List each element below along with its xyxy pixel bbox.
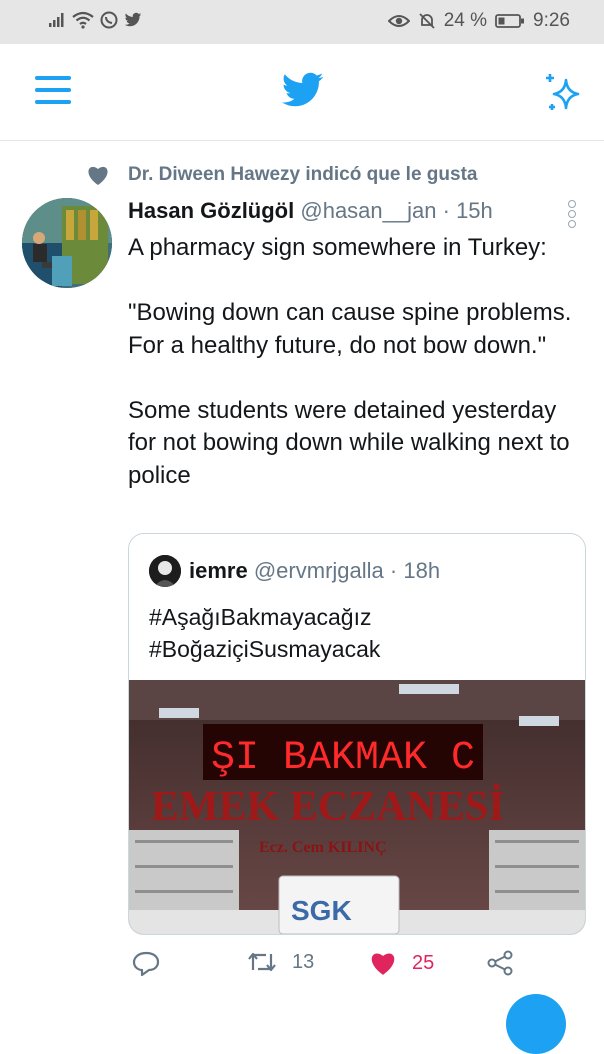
- battery-percent: 24 %: [443, 10, 488, 31]
- tweet-actions: 13 25: [128, 950, 588, 990]
- separator-dot: ·: [442, 198, 450, 223]
- whatsapp-icon: [100, 11, 118, 29]
- mute-icon: [419, 13, 435, 29]
- compose-fab[interactable]: [506, 994, 566, 1054]
- quote-time: 18h: [403, 558, 441, 583]
- status-bar: 24 % 9:26: [0, 0, 604, 44]
- retweet-button[interactable]: 13: [246, 950, 314, 974]
- app-bar: [0, 44, 604, 141]
- pharmacy-photo: ŞI BAKMAK C EMEK ECZANESİ Ecz. Cem KILIN…: [129, 680, 585, 934]
- led-sign-text: ŞI BAKMAK C: [211, 736, 475, 781]
- author-avatar[interactable]: [22, 198, 112, 288]
- social-context-text: Dr. Diween Hawezy indicó que le gusta: [128, 164, 478, 185]
- social-context: Dr. Diween Hawezy indicó que le gusta: [86, 160, 477, 190]
- quoted-tweet[interactable]: iemre @ervmrjgalla · 18h #AşağıBakmayaca…: [128, 533, 586, 935]
- tweet-text-line: A pharmacy sign somewhere in Turkey:: [128, 234, 547, 261]
- heart-icon: [88, 166, 108, 185]
- clock: 9:26: [533, 10, 570, 31]
- pharmacist-name-text: Ecz. Cem KILINÇ: [259, 839, 387, 856]
- quote-author-handle: @ervmrjgalla: [253, 558, 384, 583]
- battery-icon: [495, 14, 525, 28]
- more-options-icon[interactable]: [566, 200, 578, 228]
- like-button[interactable]: 25: [368, 950, 434, 976]
- tweet-text: A pharmacy sign somewhere in Turkey: "Bo…: [128, 232, 588, 492]
- tweet-header: Hasan Gözlügöl @hasan__jan · 15h: [128, 198, 493, 224]
- retweet-icon: [248, 952, 276, 972]
- heart-icon: [371, 953, 395, 975]
- reply-icon: [132, 951, 160, 976]
- quote-author-avatar: [149, 555, 181, 587]
- wifi-icon: [72, 11, 94, 29]
- tweet-text-line: Some students were detained yesterday fo…: [128, 396, 570, 489]
- quote-author-name: iemre: [189, 558, 248, 583]
- pharmacy-sign-text: EMEK ECZANESİ: [151, 783, 505, 830]
- reply-button[interactable]: [132, 950, 160, 976]
- hamburger-icon[interactable]: [35, 76, 71, 106]
- tweet-text-line: "Bowing down can cause spine problems. F…: [128, 299, 572, 359]
- signal-icon: [49, 13, 64, 27]
- hashtag[interactable]: #BoğaziçiSusmayacak: [149, 633, 380, 665]
- avatar-image: [22, 198, 112, 288]
- status-bar-left: [48, 11, 142, 29]
- sparkle-icon[interactable]: [542, 72, 584, 114]
- eye-icon: [387, 15, 410, 27]
- author-name[interactable]: Hasan Gözlügöl: [128, 198, 294, 223]
- separator-dot: ·: [389, 558, 398, 583]
- sgk-logo-text: SGK: [291, 895, 352, 926]
- tweet-time[interactable]: 15h: [456, 198, 493, 223]
- quote-text: #AşağıBakmayacağız #BoğaziçiSusmayacak: [149, 601, 380, 665]
- like-count: 25: [412, 951, 435, 974]
- twitter-bird-icon[interactable]: [282, 72, 324, 108]
- share-icon: [487, 950, 513, 976]
- quote-media-image[interactable]: ŞI BAKMAK C EMEK ECZANESİ Ecz. Cem KILIN…: [129, 680, 585, 934]
- author-handle[interactable]: @hasan__jan: [300, 198, 436, 223]
- quote-header: iemre @ervmrjgalla · 18h: [189, 558, 440, 584]
- share-button[interactable]: [486, 950, 514, 976]
- hashtag[interactable]: #AşağıBakmayacağız: [149, 601, 380, 633]
- retweet-count: 13: [292, 950, 315, 973]
- status-bar-right: 24 % 9:26: [387, 10, 570, 32]
- twitter-notification-icon: [124, 12, 142, 27]
